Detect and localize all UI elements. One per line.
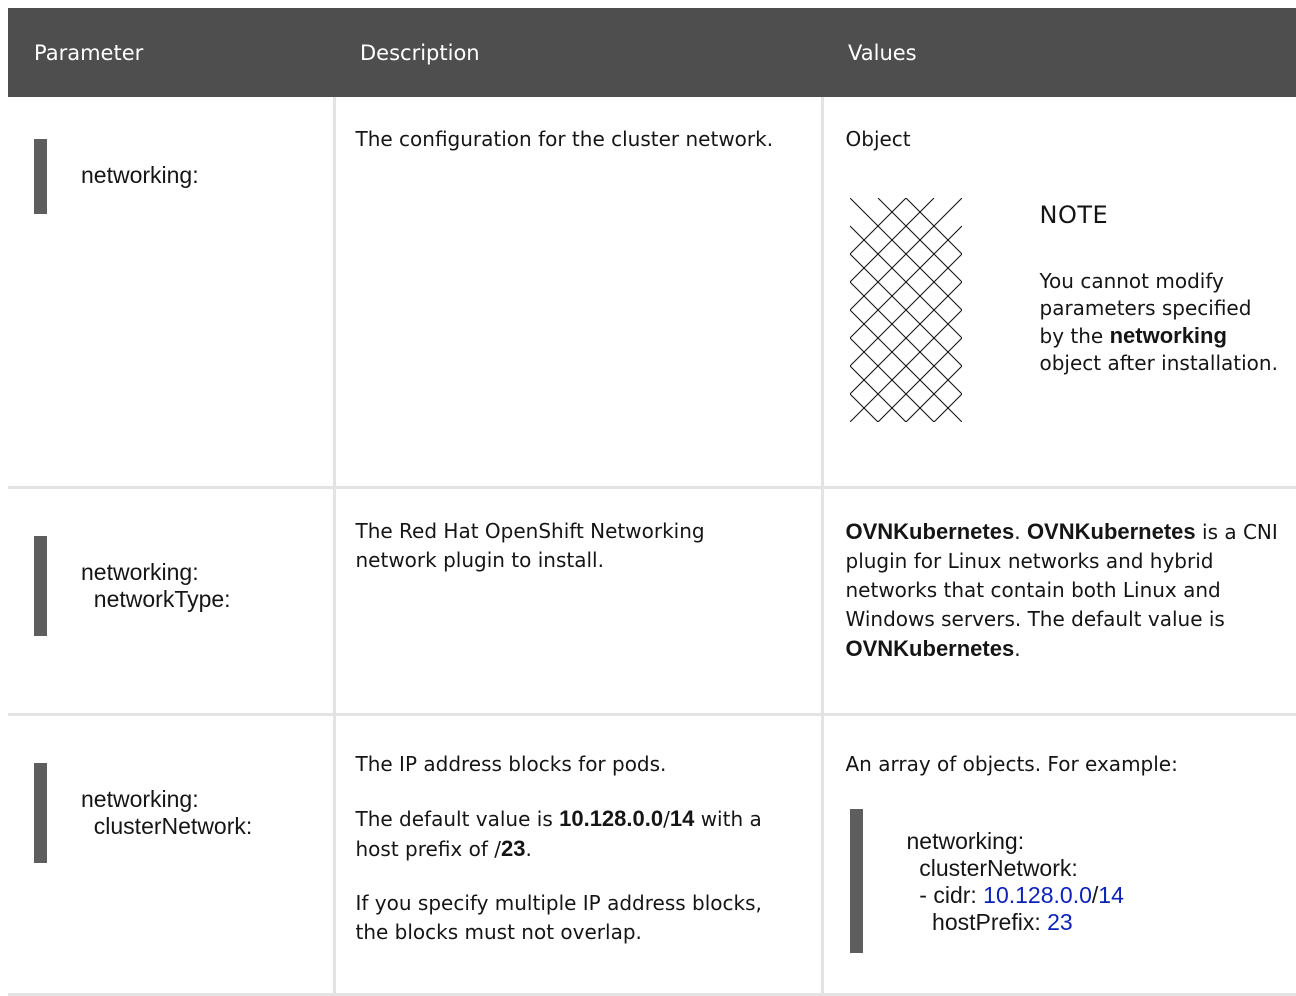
description-text: The Red Hat OpenShift Networking network… [336, 489, 821, 575]
desc-text: The default value is [356, 807, 553, 831]
desc-bold: 14 [670, 806, 694, 831]
desc-bold: 23 [501, 836, 525, 861]
description-text: The configuration for the cluster networ… [336, 97, 821, 154]
value-sep: . [1014, 520, 1020, 544]
parameter-cell: networking: networkType: [8, 487, 334, 714]
code-line: networking: [81, 786, 199, 812]
diamond-lattice-pattern-icon [850, 198, 962, 422]
parameter-code: networking: clusterNetwork: [34, 763, 333, 863]
table-row: networking: The configuration for the cl… [8, 97, 1296, 487]
code-number: 10.128.0.0 [983, 882, 1092, 908]
table-header-row: Parameter Description Values [8, 8, 1296, 97]
value-bold: OVNKubernetes [846, 636, 1015, 661]
header-description: Description [334, 8, 822, 97]
code-number: 23 [1047, 909, 1073, 935]
value-text: Object [824, 97, 1296, 154]
table-row: networking: networkType: The Red Hat Ope… [8, 487, 1296, 714]
code-number: 14 [1098, 882, 1124, 908]
desc-slash: / [663, 807, 670, 831]
desc-bold: 10.128.0.0 [559, 806, 663, 831]
description-cell: The IP address blocks for pods. The defa… [334, 714, 822, 994]
values-cell: Object [822, 97, 1296, 487]
description-default: The default value is 10.128.0.0/14 with … [336, 779, 821, 864]
note-text-after: object after installation. [1040, 351, 1278, 375]
value-text: An array of objects. For example: [824, 716, 1296, 779]
value-bold: OVNKubernetes [846, 519, 1015, 544]
example-code: networking: clusterNetwork: - cidr: 10.1… [850, 809, 1296, 953]
parameter-code: networking: [34, 139, 333, 214]
parameter-cell: networking: [8, 97, 334, 487]
code-line: networking: [81, 559, 199, 585]
code-key: hostPrefix: [907, 909, 1048, 935]
header-values: Values [822, 8, 1296, 97]
note-body: You cannot modify parameters specified b… [1040, 268, 1280, 377]
value-bold: OVNKubernetes [1027, 519, 1196, 544]
parameter-table: Parameter Description Values networking:… [8, 8, 1296, 996]
header-parameter: Parameter [8, 8, 334, 97]
code-line: networking: [907, 828, 1025, 854]
description-cell: The configuration for the cluster networ… [334, 97, 822, 487]
description-text: If you specify multiple IP address block… [336, 864, 821, 947]
code-key: - cidr: [907, 882, 984, 908]
value-end: . [1014, 637, 1020, 661]
values-cell: OVNKubernetes. OVNKubernetes is a CNI pl… [822, 487, 1296, 714]
parameter-cell: networking: clusterNetwork: [8, 714, 334, 994]
code-line: networking: [81, 162, 199, 188]
values-cell: An array of objects. For example: networ… [822, 714, 1296, 994]
code-line: clusterNetwork: [907, 855, 1078, 881]
desc-end: . [525, 837, 531, 861]
description-text: The IP address blocks for pods. [336, 716, 821, 779]
description-cell: The Red Hat OpenShift Networking network… [334, 487, 822, 714]
note-text-bold: networking [1110, 323, 1227, 348]
code-line: networkType: [81, 586, 231, 612]
code-line: clusterNetwork: [81, 813, 252, 839]
parameter-code: networking: networkType: [34, 536, 333, 636]
note-admonition: NOTE You cannot modify parameters specif… [850, 198, 1296, 422]
note-title: NOTE [1040, 201, 1109, 230]
table-row: networking: clusterNetwork: The IP addre… [8, 714, 1296, 994]
value-text: OVNKubernetes. OVNKubernetes is a CNI pl… [824, 489, 1296, 664]
